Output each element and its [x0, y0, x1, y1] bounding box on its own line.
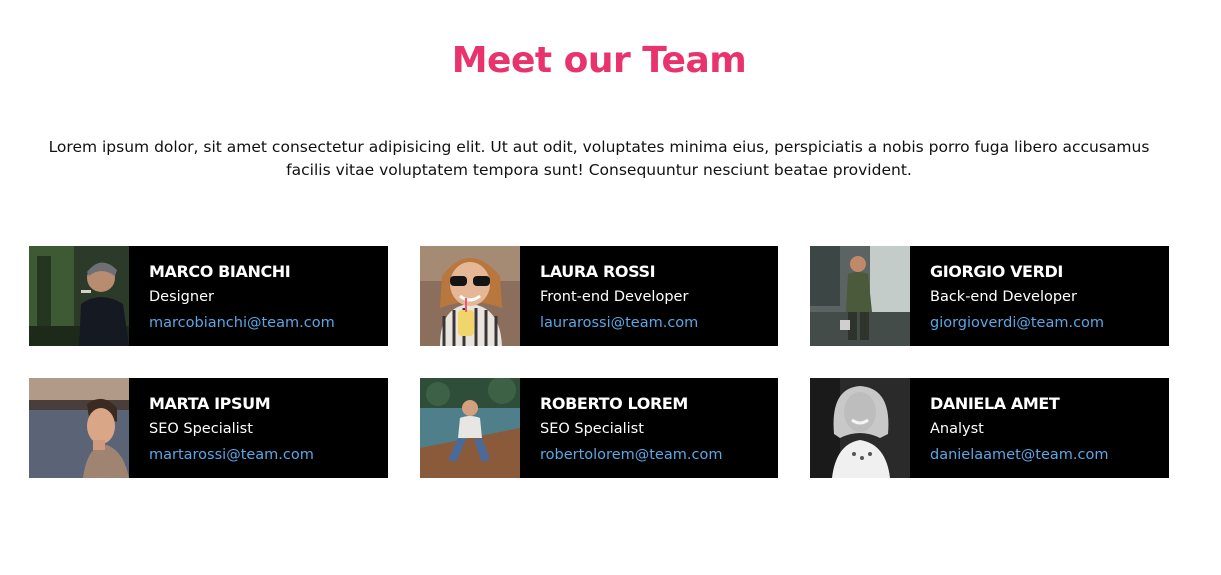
member-role: Back-end Developer [930, 289, 1077, 305]
member-role: Analyst [930, 421, 984, 437]
member-photo [420, 378, 520, 478]
member-name: GIORGIO VERDI [930, 262, 1063, 281]
team-grid: MARCO BIANCHI Designer marcobianchi@team… [29, 246, 1169, 478]
team-card: ROBERTO LOREM SEO Specialist robertolore… [420, 378, 778, 478]
member-name: DANIELA AMET [930, 394, 1060, 413]
member-role: Front-end Developer [540, 289, 689, 305]
member-photo [810, 246, 910, 346]
member-email-link[interactable]: robertolorem@team.com [540, 442, 722, 468]
member-photo [29, 246, 129, 346]
member-email-link[interactable]: laurarossi@team.com [540, 310, 698, 336]
team-card: DANIELA AMET Analyst danielaamet@team.co… [810, 378, 1169, 478]
section-intro: Lorem ipsum dolor, sit amet consectetur … [48, 138, 1150, 179]
member-role: SEO Specialist [149, 421, 253, 437]
member-photo [29, 378, 129, 478]
team-card: MARCO BIANCHI Designer marcobianchi@team… [29, 246, 388, 346]
member-name: ROBERTO LOREM [540, 394, 688, 413]
member-photo [420, 246, 520, 346]
member-role: SEO Specialist [540, 421, 644, 437]
team-card: LAURA ROSSI Front-end Developer lauraros… [420, 246, 778, 346]
member-name: LAURA ROSSI [540, 262, 656, 281]
member-photo [810, 378, 910, 478]
team-section: Meet our Team Lorem ipsum dolor, sit ame… [0, 0, 1221, 575]
member-email-link[interactable]: giorgioverdi@team.com [930, 310, 1104, 336]
section-title: Meet our Team [451, 40, 747, 81]
member-name: MARCO BIANCHI [149, 262, 291, 281]
member-role: Designer [149, 289, 214, 305]
member-email-link[interactable]: martarossi@team.com [149, 442, 314, 468]
member-name: MARTA IPSUM [149, 394, 271, 413]
member-email-link[interactable]: danielaamet@team.com [930, 442, 1108, 468]
team-card: MARTA IPSUM SEO Specialist martarossi@te… [29, 378, 388, 478]
member-email-link[interactable]: marcobianchi@team.com [149, 310, 335, 336]
team-card: GIORGIO VERDI Back-end Developer giorgio… [810, 246, 1169, 346]
